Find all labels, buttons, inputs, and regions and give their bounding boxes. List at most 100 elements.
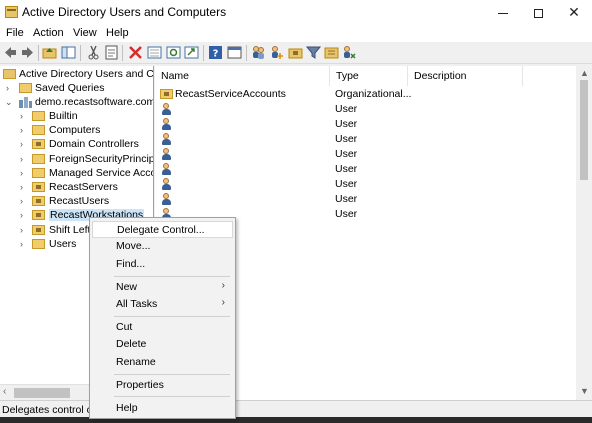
tree-item-label: Builtin (49, 110, 78, 122)
expand-chevron-icon[interactable]: › (20, 210, 28, 220)
menu-separator (114, 396, 230, 397)
svg-text:?: ? (213, 49, 219, 60)
list-row[interactable]: RecastServiceAccounts Organizational... (155, 87, 575, 102)
tree-item[interactable]: › RecastUsers (3, 195, 153, 209)
expand-chevron-icon[interactable]: › (20, 111, 28, 121)
console-icon[interactable] (227, 45, 242, 60)
scroll-down-icon[interactable]: ▼ (580, 386, 589, 396)
cut-icon[interactable] (86, 45, 101, 60)
row-name: RecastServiceAccounts (175, 88, 286, 100)
tree-item[interactable]: › Managed Service Accoun (3, 167, 153, 181)
menu-action[interactable]: Action (33, 27, 64, 39)
list-row[interactable]: User (155, 162, 575, 177)
export-icon[interactable] (184, 45, 199, 60)
expand-chevron-icon[interactable]: › (6, 83, 14, 93)
list-row[interactable]: User (155, 102, 575, 117)
ou-folder-icon (32, 224, 45, 235)
list-row[interactable]: User (155, 147, 575, 162)
user-icon (161, 118, 172, 131)
menu-item-help[interactable]: Help (92, 400, 233, 417)
list-row[interactable]: User (155, 117, 575, 132)
menu-item-rename[interactable]: Rename (92, 354, 233, 371)
tree-item-label: RecastServers (49, 181, 118, 193)
menu-item-cut[interactable]: Cut (92, 319, 233, 336)
tree-item[interactable]: › ForeignSecurityPrincipals (3, 153, 153, 167)
expand-chevron-icon[interactable]: › (20, 168, 28, 178)
menu-view[interactable]: View (73, 27, 97, 39)
tree-item-saved-queries[interactable]: › Saved Queries (3, 82, 153, 96)
help-icon[interactable]: ? (208, 45, 223, 60)
toolbar-separator (246, 45, 247, 61)
tree-item-label: Shift Left (49, 223, 91, 236)
menu-item-delegate-control[interactable]: Delegate Control... (92, 221, 233, 238)
toolbar-separator (38, 45, 39, 61)
scroll-up-icon[interactable]: ▲ (580, 68, 589, 78)
expand-chevron-icon[interactable]: › (20, 196, 28, 206)
up-folder-icon[interactable] (42, 45, 57, 60)
expand-chevron-icon[interactable]: › (20, 125, 28, 135)
menu-separator (114, 276, 230, 277)
menu-item-new[interactable]: New › (92, 279, 233, 296)
maximize-button[interactable] (519, 0, 557, 24)
filter-icon[interactable] (306, 45, 321, 60)
tree-item[interactable]: › RecastServers (3, 181, 153, 195)
scrollbar-thumb[interactable] (580, 80, 588, 180)
delete-icon[interactable] (128, 45, 143, 60)
minimize-button[interactable] (484, 0, 522, 24)
menu-item-find[interactable]: Find... (92, 256, 233, 273)
column-header-description[interactable]: Description (408, 66, 523, 86)
tree-item-domain[interactable]: ⌄ demo.recastsoftware.com (3, 96, 153, 110)
tree-item-label: Domain Controllers (49, 138, 139, 151)
row-type: User (335, 163, 358, 175)
details-vertical-scrollbar[interactable]: ▲ ▼ (576, 66, 592, 400)
back-arrow-icon[interactable] (3, 45, 18, 60)
menu-file[interactable]: File (6, 27, 24, 39)
maximize-icon (533, 8, 543, 18)
window-title: Active Directory Users and Computers (22, 5, 227, 19)
list-row[interactable]: User (155, 192, 575, 207)
column-header-type[interactable]: Type (330, 66, 408, 86)
tree-item-label: Computers (49, 124, 101, 137)
row-type: User (335, 208, 358, 220)
menu-item-all-tasks[interactable]: All Tasks › (92, 296, 233, 313)
expand-chevron-icon[interactable]: › (20, 239, 28, 249)
menu-item-delete[interactable]: Delete (92, 336, 233, 353)
scrollbar-thumb[interactable] (14, 388, 70, 398)
forward-arrow-icon[interactable] (20, 45, 35, 60)
close-button[interactable]: ✕ (555, 0, 592, 24)
row-type: User (335, 118, 358, 130)
users-icon[interactable] (251, 45, 266, 60)
row-type: User (335, 148, 358, 160)
user-icon (161, 133, 172, 146)
list-row[interactable]: User (155, 177, 575, 192)
tree-item[interactable]: › Domain Controllers (3, 138, 153, 152)
tree-item-label: RecastUsers (49, 195, 110, 208)
row-type: User (335, 193, 358, 205)
collapse-chevron-icon[interactable]: ⌄ (5, 97, 13, 107)
show-tree-icon[interactable] (61, 45, 76, 60)
scroll-left-icon[interactable]: ‹ (3, 386, 6, 397)
add-to-group-icon[interactable] (324, 45, 339, 60)
expand-chevron-icon[interactable]: › (20, 139, 28, 149)
add-user-icon[interactable] (269, 45, 284, 60)
expand-chevron-icon[interactable]: › (20, 182, 28, 192)
menu-item-move[interactable]: Move... (92, 238, 233, 255)
tree-item[interactable]: › Computers (3, 124, 153, 138)
tree-item[interactable]: › Builtin (3, 110, 153, 124)
column-header-name[interactable]: Name (155, 66, 330, 86)
delegate-icon[interactable] (342, 45, 357, 60)
tree-root[interactable]: Active Directory Users and Com (3, 68, 154, 82)
menu-help[interactable]: Help (106, 27, 129, 39)
export-list-icon[interactable] (147, 45, 162, 60)
refresh-icon[interactable] (166, 45, 181, 60)
list-row[interactable]: User (155, 132, 575, 147)
ou-folder-icon (32, 182, 45, 192)
expand-chevron-icon[interactable]: › (20, 225, 28, 235)
properties-icon[interactable] (104, 45, 119, 60)
tree-root-label: Active Directory Users and Com (19, 68, 154, 80)
folder-icon (32, 125, 45, 136)
user-icon (161, 193, 172, 206)
menu-item-properties[interactable]: Properties (92, 377, 233, 394)
new-ou-icon[interactable] (288, 45, 303, 60)
expand-chevron-icon[interactable]: › (20, 154, 28, 164)
